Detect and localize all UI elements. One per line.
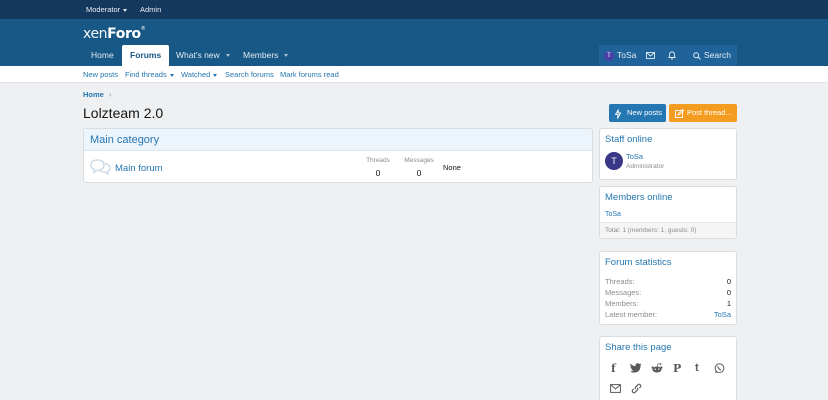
subnav-find-threads[interactable]: Find threads [125, 66, 174, 83]
threads-stat: Threads 0 [366, 157, 390, 178]
reddit-icon[interactable] [651, 363, 663, 376]
subnav-watched[interactable]: Watched [181, 66, 218, 83]
moderator-menu[interactable]: Moderator [86, 0, 128, 19]
category-title[interactable]: Main category [84, 129, 592, 151]
caret-down-icon [213, 73, 218, 77]
tab-forums[interactable]: Forums [122, 45, 170, 66]
stat-row: Threads: 0 [605, 277, 731, 286]
subnav-search-forums[interactable]: Search forums [225, 66, 274, 83]
subnav-new-posts[interactable]: New posts [83, 66, 118, 83]
new-posts-button[interactable]: New posts [609, 104, 666, 122]
staff-online-block: Staff online T ToSa Administrator [599, 128, 737, 180]
latest-post: None [443, 163, 461, 172]
sub-nav: New posts Find threads Watched Search fo… [0, 66, 828, 83]
page-title: Lolzteam 2.0 [83, 105, 164, 121]
tab-members[interactable]: Members [235, 45, 296, 66]
avatar[interactable]: T [605, 152, 623, 170]
edit-icon [675, 104, 685, 122]
logo[interactable]: xenForo® [83, 26, 146, 42]
forum-title-link[interactable]: Main forum [115, 163, 163, 174]
forum-bubbles-icon [90, 159, 111, 177]
staff-bar: Moderator Admin [0, 0, 828, 19]
stat-row: Latest member: ToSa [605, 310, 731, 319]
breadcrumb-home[interactable]: Home [83, 90, 104, 99]
inbox-icon[interactable] [646, 45, 655, 66]
caret-down-icon [123, 8, 128, 12]
link-icon[interactable] [631, 383, 642, 397]
admin-link[interactable]: Admin [140, 0, 161, 19]
staff-member-role: Administrator [626, 163, 665, 170]
members-online-title[interactable]: Members online [600, 187, 736, 208]
online-total: Total: 1 (members: 1, guests: 0) [600, 222, 736, 238]
staff-member-name[interactable]: ToSa [626, 152, 643, 161]
user-nav: T ToSa Search [599, 45, 737, 66]
caret-down-icon[interactable] [284, 54, 289, 58]
avatar: T [604, 50, 614, 61]
share-block: Share this page f P t [599, 336, 737, 400]
tumblr-icon[interactable]: t [695, 362, 699, 374]
account-link[interactable]: T ToSa [604, 45, 636, 66]
stat-row: Members: 1 [605, 299, 731, 308]
latest-member-link[interactable]: ToSa [714, 310, 731, 319]
facebook-icon[interactable]: f [611, 362, 616, 375]
tab-home[interactable]: Home [83, 45, 122, 66]
caret-down-icon[interactable] [225, 54, 230, 58]
subnav-mark-forums-read[interactable]: Mark forums read [280, 66, 339, 83]
chevron-right-icon: › [108, 90, 112, 99]
staff-online-title[interactable]: Staff online [600, 129, 736, 150]
category-block: Main category Main forum Threads 0 Messa… [83, 128, 593, 183]
bell-icon[interactable] [668, 45, 676, 66]
pinterest-icon[interactable]: P [673, 362, 681, 375]
tab-whats-new[interactable]: What's new [168, 45, 238, 66]
search-button[interactable]: Search [693, 45, 731, 66]
members-online-block: Members online ToSa Total: 1 (members: 1… [599, 186, 737, 239]
forum-statistics-block: Forum statistics Threads: 0 Messages: 0 Me… [599, 251, 737, 325]
whatsapp-icon[interactable] [714, 363, 725, 377]
stat-row: Messages: 0 [605, 288, 731, 297]
share-title: Share this page [605, 342, 672, 353]
twitter-icon[interactable] [630, 363, 642, 376]
breadcrumb: Home › [83, 90, 111, 99]
forum-statistics-title[interactable]: Forum statistics [600, 252, 736, 273]
email-icon[interactable] [610, 384, 621, 396]
caret-down-icon [169, 73, 174, 77]
online-member-link[interactable]: ToSa [605, 211, 621, 218]
messages-stat: Messages 0 [404, 157, 434, 178]
search-icon [693, 51, 701, 60]
post-thread-button[interactable]: Post thread… [669, 104, 737, 122]
bolt-icon [614, 104, 622, 122]
site-header: xenForo® Home Forums What's new Members … [0, 19, 828, 66]
